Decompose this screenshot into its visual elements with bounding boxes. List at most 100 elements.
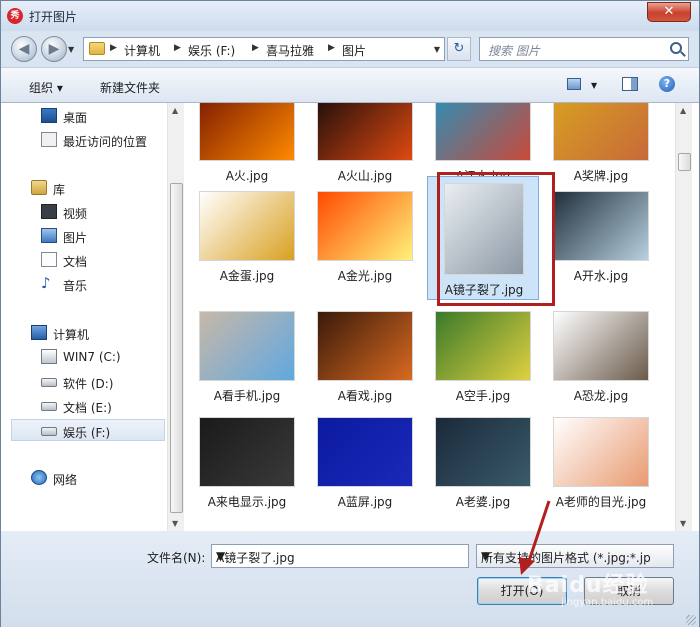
nav-item-recent[interactable]: 最近访问的位置 [1, 129, 167, 151]
file-name: A开水.jpg [573, 269, 629, 283]
nav-item-label: 网络 [53, 473, 78, 487]
nav-item-drive-c[interactable]: WIN7 (C:) [1, 346, 167, 368]
highlight-annotation [437, 172, 555, 306]
file-item[interactable]: A看手机.jpg [191, 305, 303, 417]
help-icon[interactable]: ? [659, 76, 675, 92]
scroll-up-icon[interactable]: ▲ [172, 106, 178, 115]
recent-places-icon [41, 132, 57, 147]
preview-pane-icon[interactable] [622, 77, 638, 91]
filename-label: 文件名(N): [147, 551, 206, 565]
file-thumbnail [553, 103, 649, 161]
file-item[interactable]: A恐龙.jpg [545, 305, 657, 417]
file-name: A火.jpg [225, 169, 269, 183]
file-thumbnail [317, 417, 413, 487]
file-item[interactable]: A看戏.jpg [309, 305, 421, 417]
watermark-logo: Baidu经验 [527, 573, 649, 598]
search-placeholder: 搜索 图片 [488, 44, 540, 58]
nav-item-label: 图片 [63, 231, 88, 245]
forward-button[interactable]: ▶ [41, 36, 67, 62]
chevron-down-icon[interactable]: ▼ [434, 45, 440, 54]
file-item[interactable]: A金蛋.jpg [191, 185, 303, 297]
chevron-down-icon[interactable]: ▼ [481, 549, 653, 563]
file-list: A火.jpgA火山.jpgA江水.jpgA奖牌.jpgA金蛋.jpgA金光.jp… [187, 103, 675, 531]
filetype-select[interactable]: 所有支持的图片格式 (*.jpg;*.jp ▼ [476, 544, 674, 568]
chevron-down-icon[interactable]: ▼ [216, 549, 464, 563]
history-dropdown-icon[interactable]: ▼ [68, 45, 74, 54]
file-thumbnail [553, 417, 649, 487]
system-drive-icon [41, 349, 57, 364]
file-item[interactable]: A金光.jpg [309, 185, 421, 297]
nav-item-label: 音乐 [63, 279, 88, 293]
nav-item-libraries[interactable]: 库 [1, 177, 167, 199]
nav-item-computer[interactable]: 计算机 [1, 322, 167, 344]
file-name: A来电显示.jpg [207, 495, 287, 509]
file-thumbnail [317, 191, 413, 261]
file-item[interactable]: A火.jpg [191, 103, 303, 197]
scroll-down-icon[interactable]: ▼ [680, 519, 686, 528]
toolbar: 组织 ▾ 新建文件夹 ▼ ? [1, 67, 699, 103]
file-thumbnail [199, 311, 295, 381]
file-name: A恐龙.jpg [573, 389, 629, 403]
file-thumbnail [435, 417, 531, 487]
chevron-right-icon[interactable]: ▶ [174, 43, 181, 53]
nav-item-music[interactable]: ♪ 音乐 [1, 273, 167, 295]
file-item[interactable]: A老师的目光.jpg [545, 411, 657, 523]
back-button[interactable]: ◀ [11, 36, 37, 62]
refresh-button[interactable]: ↻ [447, 37, 471, 61]
file-name: A蓝屏.jpg [337, 495, 393, 509]
file-item[interactable]: A老婆.jpg [427, 411, 539, 523]
file-name: A金光.jpg [337, 269, 393, 283]
nav-item-pictures[interactable]: 图片 [1, 225, 167, 247]
chevron-right-icon[interactable]: ▶ [110, 43, 117, 53]
close-button[interactable]: ✕ [647, 2, 691, 22]
nav-item-label: 计算机 [53, 328, 90, 342]
search-icon [670, 42, 682, 54]
view-mode-icon[interactable] [567, 78, 581, 90]
scroll-thumb[interactable] [678, 153, 691, 171]
file-thumbnail [317, 311, 413, 381]
breadcrumb-folder[interactable]: 喜马拉雅 [266, 42, 314, 59]
breadcrumb-current[interactable]: 图片 [342, 42, 366, 59]
nav-item-drive-e[interactable]: 文档 (E:) [1, 395, 167, 417]
file-item[interactable]: A火山.jpg [309, 103, 421, 197]
desktop-icon [41, 108, 57, 123]
file-item[interactable]: A蓝屏.jpg [309, 411, 421, 523]
filename-field[interactable]: A镜子裂了.jpg ▼ [211, 544, 469, 568]
nav-item-label: 文档 (E:) [63, 401, 112, 415]
chevron-down-icon[interactable]: ▼ [591, 81, 597, 90]
file-thumbnail [553, 311, 649, 381]
file-item[interactable]: A来电显示.jpg [191, 411, 303, 523]
file-item[interactable]: A奖牌.jpg [545, 103, 657, 197]
nav-scrollbar[interactable]: ▲ ▼ [167, 103, 184, 531]
file-name: A看手机.jpg [213, 389, 281, 403]
breadcrumb-computer[interactable]: 计算机 [124, 42, 160, 59]
chevron-right-icon[interactable]: ▶ [252, 43, 259, 53]
file-scrollbar[interactable]: ▲ ▼ [675, 103, 692, 531]
file-thumbnail [435, 311, 531, 381]
window-title: 打开图片 [29, 10, 78, 24]
chevron-right-icon[interactable]: ▶ [328, 43, 335, 53]
file-thumbnail [317, 103, 413, 161]
search-input[interactable]: 搜索 图片 [479, 37, 689, 61]
file-item[interactable]: A空手.jpg [427, 305, 539, 417]
nav-item-videos[interactable]: 视频 [1, 201, 167, 223]
organize-menu[interactable]: 组织 ▾ [29, 79, 63, 96]
nav-item-documents[interactable]: 文档 [1, 249, 167, 271]
file-thumbnail [199, 103, 295, 161]
scroll-thumb[interactable] [170, 183, 183, 513]
nav-item-drive-f[interactable]: 娱乐 (F:) [11, 419, 165, 441]
drive-icon [41, 378, 57, 387]
nav-item-drive-d[interactable]: 软件 (D:) [1, 371, 167, 393]
resize-grip-icon[interactable] [686, 615, 696, 625]
watermark-url: jingyan.baidu.com [561, 597, 654, 608]
new-folder-button[interactable]: 新建文件夹 [100, 79, 160, 96]
nav-item-network[interactable]: 网络 [1, 467, 167, 489]
breadcrumb[interactable]: ▶ 计算机 ▶ 娱乐 (F:) ▶ 喜马拉雅 ▶ 图片 ▼ [83, 37, 445, 61]
file-item[interactable]: A开水.jpg [545, 185, 657, 297]
breadcrumb-drive[interactable]: 娱乐 (F:) [188, 42, 235, 59]
nav-item-desktop[interactable]: 桌面 [1, 105, 167, 127]
scroll-down-icon[interactable]: ▼ [172, 519, 178, 528]
nav-item-label: 桌面 [63, 111, 88, 125]
navigation-pane: 桌面 最近访问的位置 库 视频 图片 文档 ♪ 音乐 计算机 WIN7 (C:)… [1, 103, 184, 531]
scroll-up-icon[interactable]: ▲ [680, 106, 686, 115]
